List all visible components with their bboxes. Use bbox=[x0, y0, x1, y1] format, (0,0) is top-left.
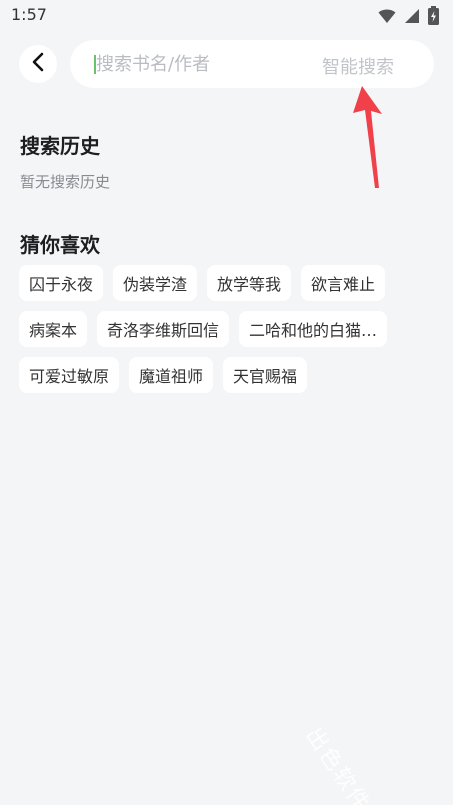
search-input[interactable] bbox=[96, 40, 306, 88]
recommend-row: 囚于永夜 伪装学渣 放学等我 欲言难止 bbox=[19, 265, 386, 301]
recommend-tag[interactable]: 伪装学渣 bbox=[113, 265, 198, 301]
signal-icon bbox=[404, 8, 420, 28]
recommend-row: 病案本 奇洛李维斯回信 二哈和他的白猫… bbox=[19, 311, 388, 347]
annotation-arrow bbox=[348, 84, 388, 194]
recommend-tag[interactable]: 放学等我 bbox=[207, 265, 292, 301]
watermark: 出色软件站 bbox=[300, 723, 389, 805]
recommend-tag[interactable]: 可爱过敏原 bbox=[19, 357, 120, 393]
back-button[interactable] bbox=[19, 45, 57, 83]
recommend-tag[interactable]: 病案本 bbox=[19, 311, 88, 347]
smart-search-button[interactable]: 智能搜索 bbox=[322, 53, 394, 79]
recommend-tag[interactable]: 囚于永夜 bbox=[19, 265, 104, 301]
search-history-title: 搜索历史 bbox=[20, 134, 100, 158]
recommend-tag[interactable]: 天官赐福 bbox=[223, 357, 308, 393]
wifi-icon bbox=[378, 8, 396, 28]
recommend-tag[interactable]: 魔道祖师 bbox=[129, 357, 214, 393]
search-bar[interactable]: 智能搜索 bbox=[70, 40, 434, 88]
recommend-title: 猜你喜欢 bbox=[20, 233, 100, 257]
battery-charging-icon bbox=[428, 6, 439, 29]
recommend-tag[interactable]: 二哈和他的白猫… bbox=[239, 311, 388, 347]
recommend-tag[interactable]: 欲言难止 bbox=[301, 265, 386, 301]
recommend-row: 可爱过敏原 魔道祖师 天官赐福 bbox=[19, 357, 308, 393]
status-icons bbox=[378, 6, 439, 29]
search-history-empty-text: 暂无搜索历史 bbox=[20, 173, 111, 191]
chevron-left-icon bbox=[31, 52, 45, 76]
search-page: 1:57 智能搜索 bbox=[0, 0, 453, 805]
recommend-tag[interactable]: 奇洛李维斯回信 bbox=[97, 311, 230, 347]
status-bar: 1:57 bbox=[0, 0, 453, 32]
status-time: 1:57 bbox=[11, 5, 47, 24]
